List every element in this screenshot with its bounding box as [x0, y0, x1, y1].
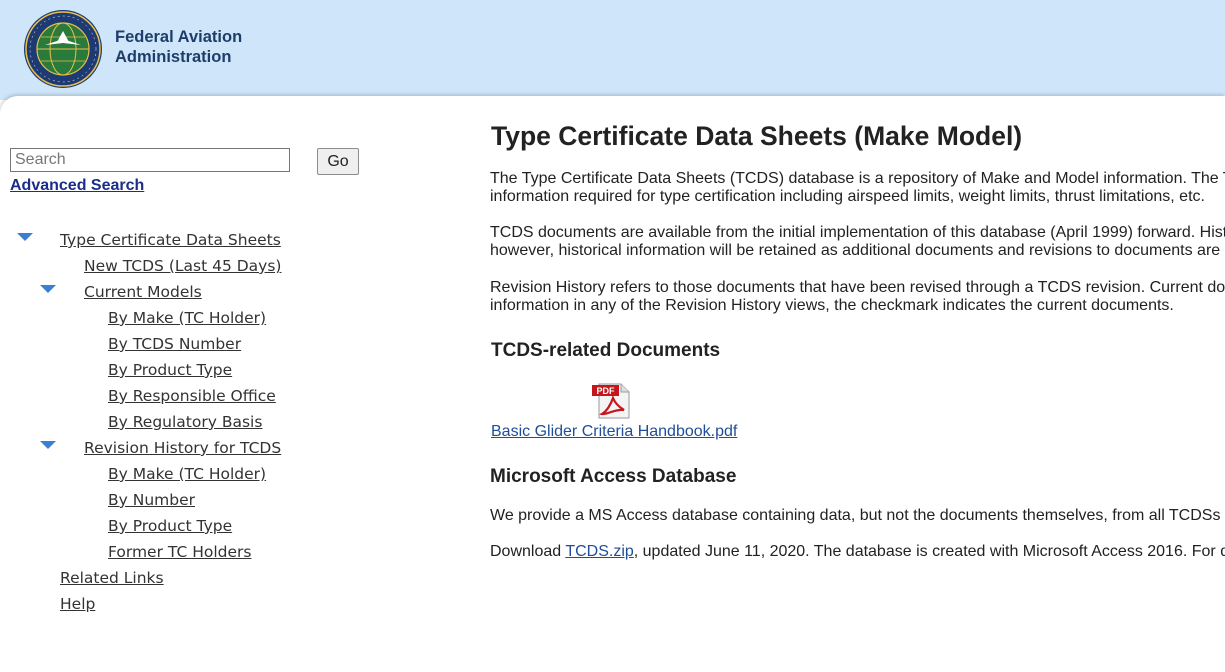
nav-related-links[interactable]: Related Links	[60, 569, 164, 587]
agency-name-line1: Federal Aviation	[115, 28, 243, 46]
nav-current-by-product-type[interactable]: By Product Type	[108, 361, 232, 379]
nav-revision-by-product-type[interactable]: By Product Type	[108, 517, 232, 535]
page-title: Type Certificate Data Sheets (Make Model…	[491, 121, 1023, 151]
nav-revision-by-make[interactable]: By Make (TC Holder)	[108, 465, 266, 483]
expanded-triangle-icon[interactable]	[40, 285, 56, 293]
tcds-zip-link[interactable]: TCDS.zip	[565, 543, 633, 560]
pdf-badge-text: PDF	[597, 386, 616, 396]
advanced-search-link[interactable]: Advanced Search	[10, 177, 144, 195]
agency-name-line2: Administration	[115, 48, 232, 66]
intro-line-1: The Type Certificate Data Sheets (TCDS) …	[490, 170, 1225, 187]
nav-type-certificate-data-sheets[interactable]: Type Certificate Data Sheets	[60, 231, 281, 249]
nav-current-by-responsible-office[interactable]: By Responsible Office	[108, 387, 276, 405]
agency-name[interactable]: Federal Aviation Administration	[115, 27, 242, 67]
nav-current-by-tcds-number[interactable]: By TCDS Number	[108, 335, 241, 353]
access-database-heading: Microsoft Access Database	[490, 466, 737, 487]
expanded-triangle-icon[interactable]	[40, 441, 56, 449]
nav-revision-by-number[interactable]: By Number	[108, 491, 195, 509]
nav-new-tcds[interactable]: New TCDS (Last 45 Days)	[84, 257, 281, 275]
related-documents-heading: TCDS-related Documents	[491, 340, 721, 361]
nav-revision-former-tc-holders[interactable]: Former TC Holders	[108, 543, 251, 561]
nav-current-by-make[interactable]: By Make (TC Holder)	[108, 309, 266, 327]
nav-revision-history[interactable]: Revision History for TCDS	[84, 439, 281, 457]
pdf-file-icon[interactable]: PDF	[591, 382, 633, 420]
availability-line-2: however, historical information will be …	[490, 242, 1225, 259]
nav-current-by-regulatory-basis[interactable]: By Regulatory Basis	[108, 413, 262, 431]
expanded-triangle-icon[interactable]	[17, 233, 33, 241]
revision-line-2: information in any of the Revision Histo…	[490, 297, 1174, 314]
availability-paragraph: TCDS documents are available from the in…	[490, 224, 1225, 260]
revision-paragraph: Revision History refers to those documen…	[490, 279, 1225, 315]
search-go-button[interactable]: Go	[317, 148, 359, 175]
download-paragraph: Download TCDS.zip, updated June 11, 2020…	[490, 543, 1225, 561]
intro-paragraph: The Type Certificate Data Sheets (TCDS) …	[490, 170, 1225, 206]
search-input[interactable]	[10, 148, 290, 172]
faa-seal-logo[interactable]	[23, 9, 103, 89]
availability-line-1: TCDS documents are available from the in…	[490, 224, 1225, 241]
download-suffix: , updated June 11, 2020. The database is…	[633, 543, 1225, 560]
access-paragraph: We provide a MS Access database containi…	[490, 507, 1225, 525]
access-line: We provide a MS Access database containi…	[490, 507, 1225, 524]
glider-handbook-pdf-link[interactable]: Basic Glider Criteria Handbook.pdf	[491, 423, 737, 441]
revision-line-1: Revision History refers to those documen…	[490, 279, 1225, 296]
nav-current-models[interactable]: Current Models	[84, 283, 202, 301]
download-prefix: Download	[490, 543, 566, 560]
nav-help[interactable]: Help	[60, 595, 95, 613]
header-curve-divider	[0, 96, 1225, 116]
intro-line-2: information required for type certificat…	[490, 188, 1205, 205]
